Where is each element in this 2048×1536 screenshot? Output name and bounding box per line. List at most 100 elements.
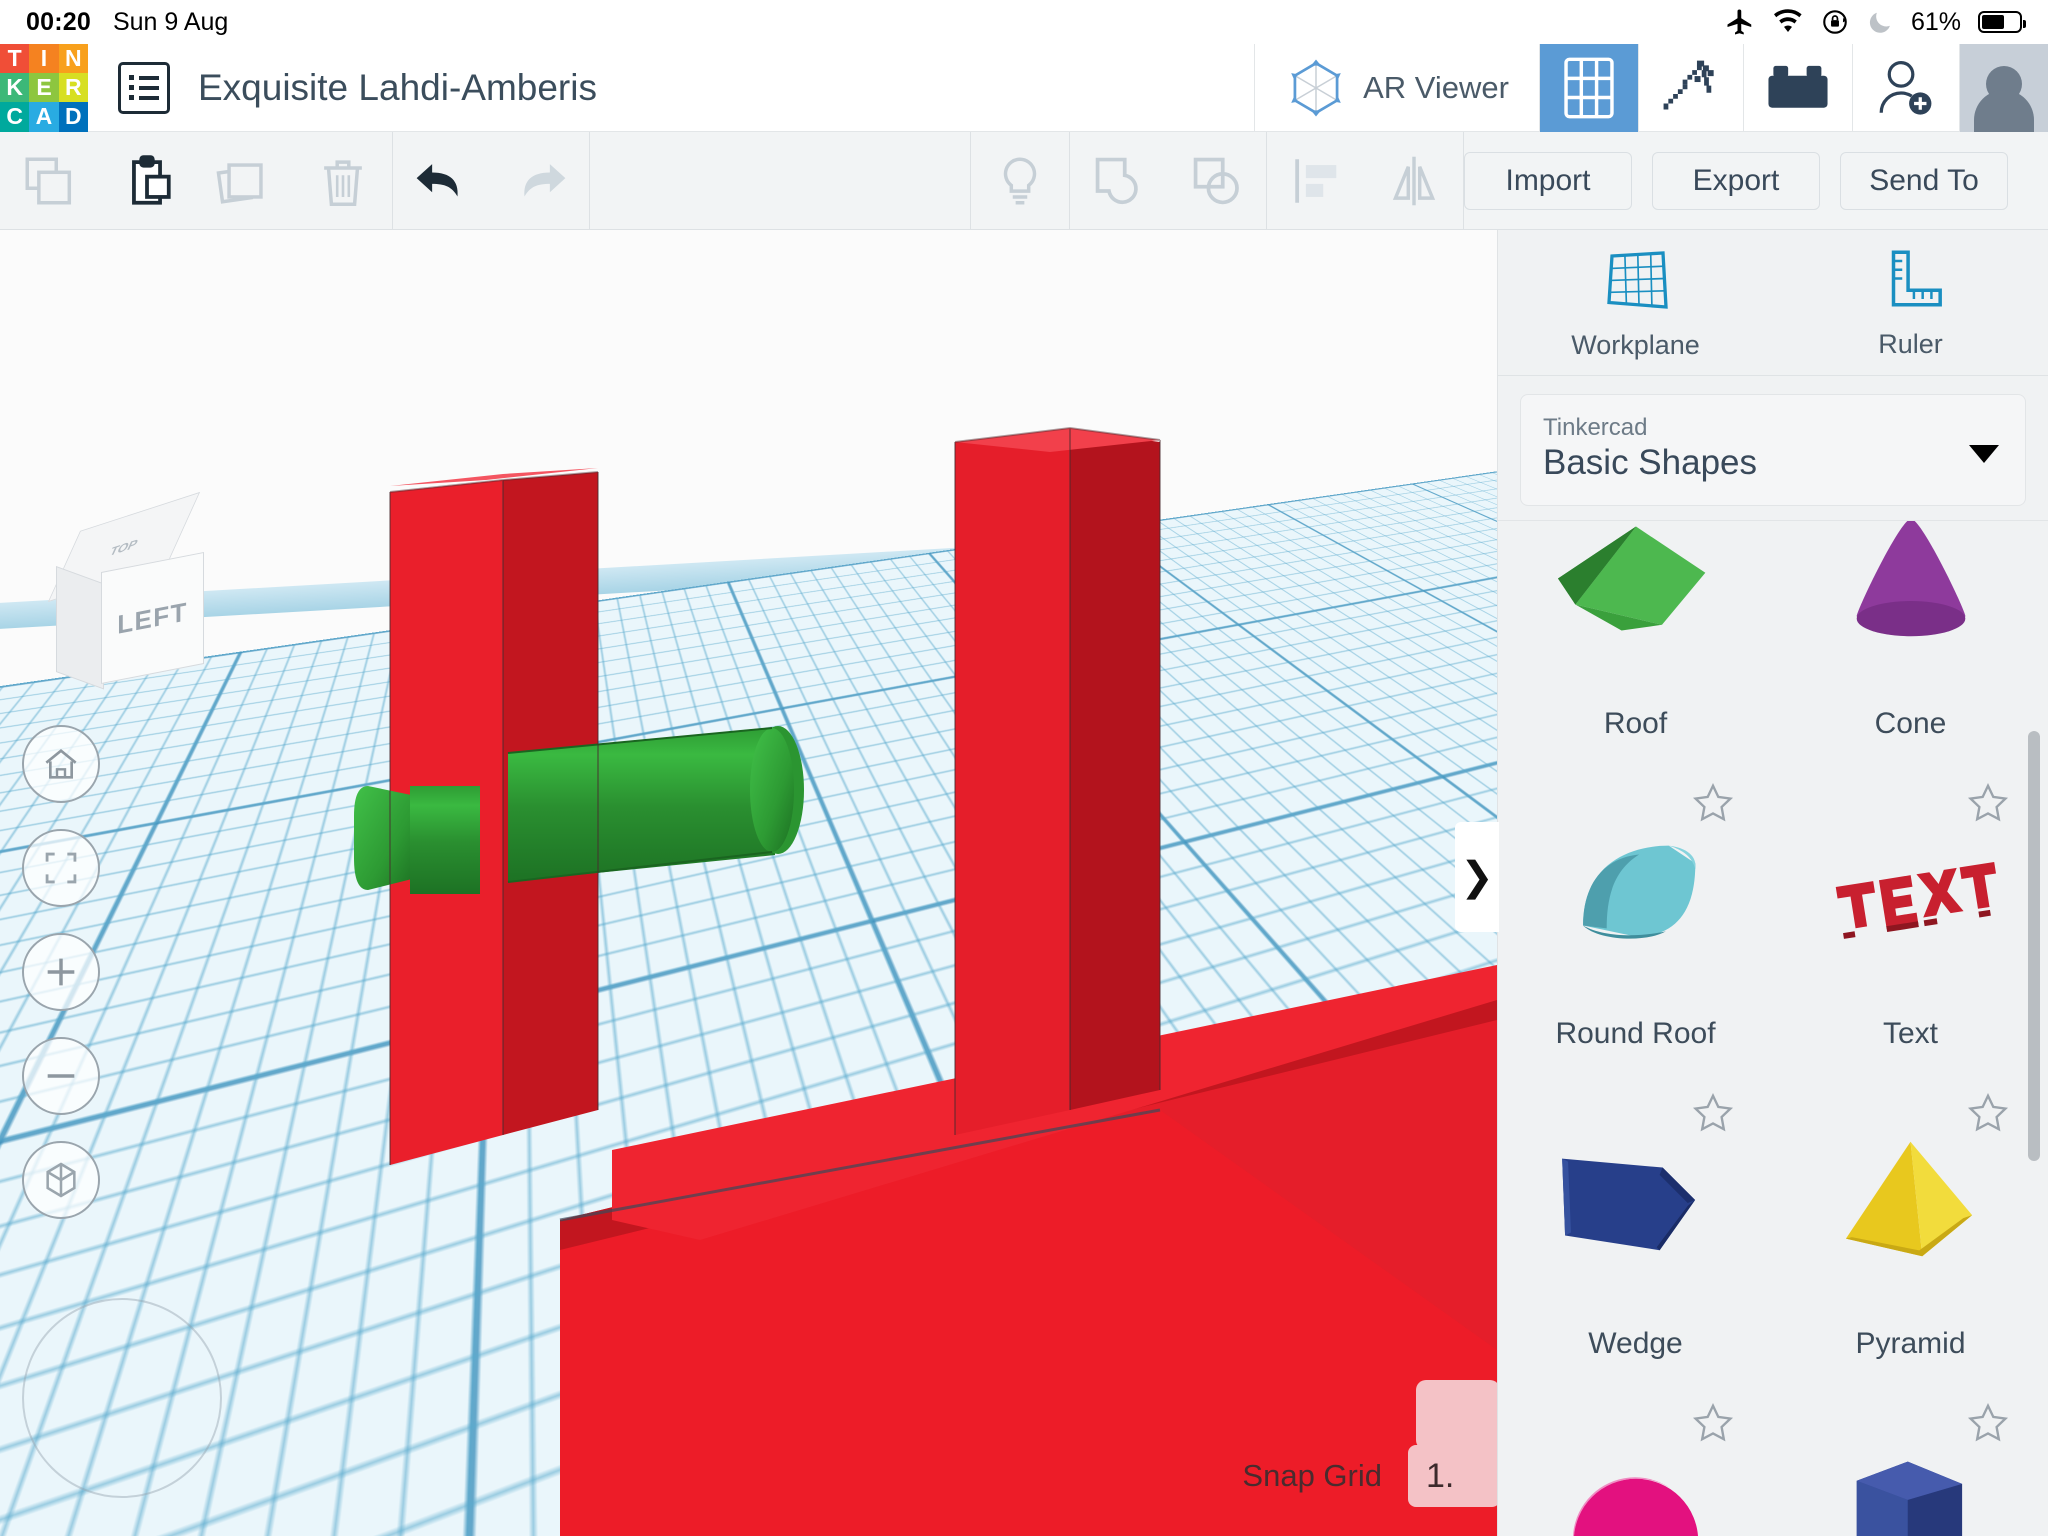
favorite-star-icon[interactable] (1966, 781, 2010, 825)
view-cube-side-face[interactable] (56, 566, 104, 689)
shape-label: Wedge (1588, 1327, 1683, 1361)
view-cube-front-face[interactable]: LEFT (101, 552, 204, 684)
shape-item-round-roof[interactable]: Round Roof (1498, 763, 1773, 1073)
tinkercad-app: 00:20 Sun 9 Aug 61% T I N K E R C A D Ex… (0, 0, 2048, 1536)
zoom-in-button[interactable] (22, 933, 100, 1011)
minecraft-button[interactable] (1638, 44, 1743, 132)
history-group (393, 132, 589, 230)
zoom-out-button[interactable] (22, 1037, 100, 1115)
home-view-button[interactable] (22, 725, 100, 803)
shape-item-cone[interactable]: Cone (1773, 520, 2048, 763)
file-actions: Import Export Send To (1464, 152, 2048, 210)
ios-status-bar: 00:20 Sun 9 Aug 61% (0, 0, 2048, 44)
perspective-toggle-button[interactable] (22, 1141, 100, 1219)
mirror-button[interactable] (1365, 132, 1463, 230)
shape-item-sphere[interactable] (1498, 1383, 1773, 1536)
shape-item-polygon[interactable] (1773, 1383, 2048, 1536)
pickaxe-icon (1661, 57, 1721, 119)
export-button[interactable]: Export (1652, 152, 1820, 210)
3d-viewport[interactable]: TOP LEFT Snap Grid 1. (0, 230, 1497, 1536)
header-actions: AR Viewer (1254, 44, 2048, 132)
shape-grid: Roof Cone Round Roof Text Wedge Pyramid (1498, 520, 2048, 1536)
view-cube[interactable]: TOP LEFT (48, 510, 218, 670)
orbit-pad[interactable] (22, 1298, 222, 1498)
favorite-star-icon[interactable] (1691, 1401, 1735, 1445)
group-button[interactable] (1070, 132, 1168, 230)
duplicate-button[interactable] (196, 132, 294, 230)
shape-label: Pyramid (1855, 1327, 1965, 1361)
library-select-wrap: Tinkercad Basic Shapes (1498, 376, 2048, 520)
library-source-label: Tinkercad (1543, 415, 2003, 441)
cone-shape-icon (1773, 520, 2048, 707)
ar-viewer-label: AR Viewer (1363, 70, 1509, 106)
logo-tile-0: T (0, 44, 29, 73)
favorite-star-icon[interactable] (1691, 1091, 1735, 1135)
do-not-disturb-icon (1866, 8, 1894, 36)
ar-viewer-button[interactable]: AR Viewer (1254, 44, 1539, 132)
3d-model[interactable] (0, 230, 1497, 1536)
ungroup-button[interactable] (1168, 132, 1266, 230)
logo-tile-1: I (29, 44, 58, 73)
copy-button[interactable] (0, 132, 98, 230)
notes-button[interactable] (971, 132, 1069, 230)
shape-item-wedge[interactable]: Wedge (1498, 1073, 1773, 1383)
import-button[interactable]: Import (1464, 152, 1632, 210)
invite-button[interactable] (1852, 44, 1959, 132)
rotation-lock-icon (1821, 8, 1849, 36)
fit-to-view-button[interactable] (22, 829, 100, 907)
view-cube-face-label: LEFT (117, 596, 188, 641)
logo-tile-2: N (59, 44, 88, 73)
edit-toolbar: Import Export Send To (0, 132, 2048, 230)
lego-brick-icon (1766, 63, 1830, 113)
bricks-button[interactable] (1743, 44, 1852, 132)
shape-label: Roof (1604, 707, 1667, 741)
logo-tile-3: K (0, 73, 29, 102)
snap-grid-value[interactable]: 1. (1408, 1445, 1497, 1507)
user-account-button[interactable] (1959, 44, 2048, 132)
status-date: Sun 9 Aug (113, 8, 228, 37)
ruler-label: Ruler (1878, 329, 1943, 360)
logo-tile-5: R (59, 73, 88, 102)
shape-library-select[interactable]: Tinkercad Basic Shapes (1520, 394, 2026, 506)
workplane-label: Workplane (1571, 330, 1700, 361)
list-menu-icon[interactable] (118, 62, 170, 114)
roof-shape-icon (1498, 520, 1773, 707)
undo-button[interactable] (393, 132, 491, 230)
favorite-star-icon[interactable] (1691, 781, 1735, 825)
snap-grid-stepper[interactable] (1416, 1380, 1497, 1450)
ar-cube-icon (1285, 57, 1347, 119)
ruler-tool[interactable]: Ruler (1773, 245, 2048, 360)
blocks-grid-button[interactable] (1539, 44, 1638, 132)
shape-item-pyramid[interactable]: Pyramid (1773, 1073, 2048, 1383)
favorite-star-icon[interactable] (1966, 1401, 2010, 1445)
tinkercad-logo[interactable]: T I N K E R C A D (0, 44, 88, 132)
chevron-down-icon[interactable] (1969, 445, 1999, 463)
shapes-panel: Workplane Ruler Tinkercad Basic Shapes R… (1497, 230, 2048, 1536)
redo-button[interactable] (491, 132, 589, 230)
shape-gallery[interactable]: Roof Cone Round Roof Text Wedge Pyramid (1498, 520, 2048, 1536)
panel-tools: Workplane Ruler (1498, 230, 2048, 375)
library-value: Basic Shapes (1543, 441, 2003, 485)
workplane-tool[interactable]: Workplane (1498, 244, 1773, 361)
shape-label: Round Roof (1555, 1017, 1715, 1051)
ruler-icon (1876, 245, 1946, 315)
favorite-star-icon[interactable] (1966, 1091, 2010, 1135)
toolbar-divider-2 (589, 132, 590, 230)
paste-button[interactable] (98, 132, 196, 230)
view-controls (22, 725, 100, 1219)
shape-item-roof[interactable]: Roof (1498, 520, 1773, 763)
align-mirror-group (1267, 132, 1463, 230)
align-button[interactable] (1267, 132, 1365, 230)
snap-grid-label: Snap Grid (1242, 1458, 1382, 1494)
logo-tile-7: A (29, 102, 58, 131)
wifi-icon (1772, 9, 1804, 35)
send-to-button[interactable]: Send To (1840, 152, 2008, 210)
status-bar-right: 61% (1725, 7, 2022, 37)
page-title[interactable]: Exquisite Lahdi-Amberis (198, 67, 597, 109)
delete-button[interactable] (294, 132, 392, 230)
group-ungroup-group (1070, 132, 1266, 230)
shape-item-text[interactable]: Text (1773, 763, 2048, 1073)
chevron-right-icon[interactable]: ❯ (1455, 822, 1499, 932)
gallery-scrollbar[interactable] (2028, 731, 2040, 1161)
app-header: T I N K E R C A D Exquisite Lahdi-Amberi… (0, 44, 2048, 132)
